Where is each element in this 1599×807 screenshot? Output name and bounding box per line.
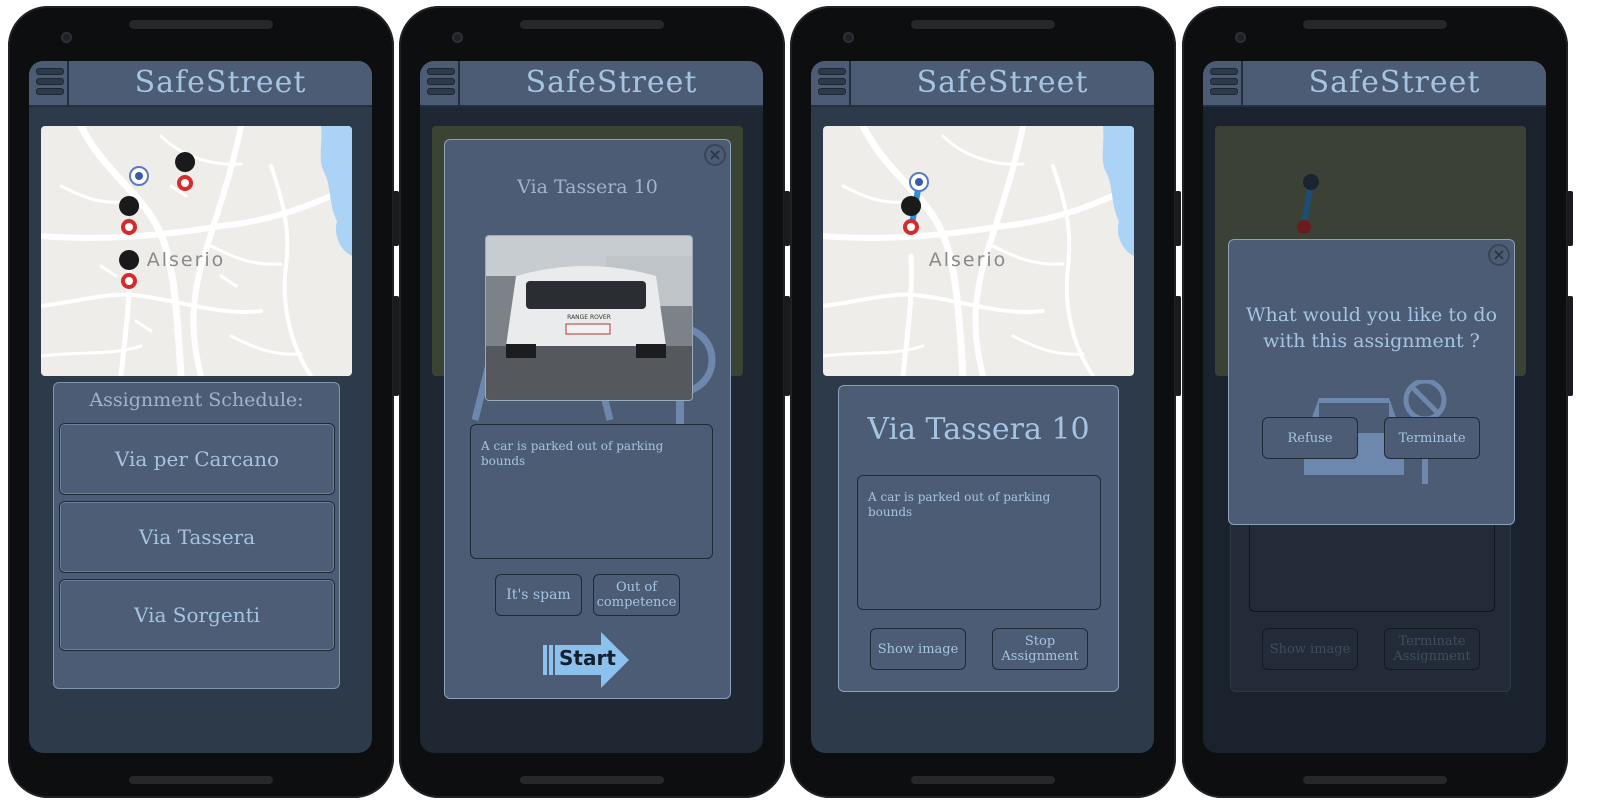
hamburger-menu-button[interactable] <box>811 61 851 105</box>
app-title: SafeStreet <box>916 65 1089 100</box>
power-button <box>1175 296 1181 396</box>
front-camera <box>843 32 854 43</box>
map-view[interactable]: Alserio <box>41 126 352 376</box>
map-view[interactable]: Alserio <box>823 126 1134 376</box>
report-dialog: × Via Tassera 10 RANGE ROVER A car is pa… <box>444 139 731 699</box>
bottom-bar <box>520 776 664 784</box>
app-header: SafeStreet <box>29 61 372 107</box>
user-location-icon <box>129 166 149 186</box>
map-graphic: Alserio <box>41 126 352 376</box>
user-location-icon <box>909 172 929 192</box>
app-title: SafeStreet <box>525 65 698 100</box>
app-header: SafeStreet <box>811 61 1154 107</box>
app-title: SafeStreet <box>134 65 307 100</box>
report-photo: RANGE ROVER <box>485 235 693 401</box>
bottom-bar <box>1303 776 1447 784</box>
refuse-button[interactable]: Refuse <box>1262 417 1358 459</box>
dimmed-terminate-assignment-button: Terminate Assignment <box>1384 628 1480 670</box>
hamburger-menu-button[interactable] <box>1203 61 1243 105</box>
start-button[interactable]: Start <box>543 632 633 688</box>
schedule-item-1[interactable]: Via Tassera <box>59 501 335 573</box>
bottom-bar <box>129 776 273 784</box>
out-of-competence-button[interactable]: Out of competence <box>593 574 680 616</box>
bottom-bar <box>911 776 1055 784</box>
volume-button <box>1567 191 1573 246</box>
schedule-item-0[interactable]: Via per Carcano <box>59 423 335 495</box>
speaker <box>520 20 664 29</box>
phone-1: SafeStreet Alserio Assignment Schedule: … <box>8 6 399 798</box>
svg-text:RANGE ROVER: RANGE ROVER <box>567 314 611 321</box>
assignment-action-dialog: × What would you like to do with this as… <box>1228 239 1515 525</box>
map-town-label: Alserio <box>147 249 226 271</box>
map-town-label: Alserio <box>929 249 1008 271</box>
speaker <box>1303 20 1447 29</box>
spam-button[interactable]: It's spam <box>495 574 582 616</box>
report-description: A car is parked out of parking bounds <box>470 424 713 559</box>
schedule-item-2[interactable]: Via Sorgenti <box>59 579 335 651</box>
front-camera <box>452 32 463 43</box>
assignment-detail-panel: Via Tassera 10 A car is parked out of pa… <box>838 385 1119 692</box>
app-header: SafeStreet <box>1203 61 1546 107</box>
screen-report-dialog: SafeStreet × Via Tassera 10 RANGE ROVER … <box>420 61 763 753</box>
hamburger-menu-button[interactable] <box>29 61 69 105</box>
phone-3: SafeStreet Alserio Via Tassera 10 A car … <box>790 6 1181 798</box>
phone-4: SafeStreet Show image Terminate Assignme… <box>1182 6 1573 798</box>
assignment-schedule-panel: Assignment Schedule: Via per Carcano Via… <box>53 382 340 689</box>
dialog-title: Via Tassera 10 <box>517 176 658 198</box>
show-image-button[interactable]: Show image <box>870 628 966 670</box>
car-photo-graphic: RANGE ROVER <box>486 236 692 400</box>
street-title: Via Tassera 10 <box>867 412 1090 447</box>
front-camera <box>1235 32 1246 43</box>
screen-active-assignment: SafeStreet Alserio Via Tassera 10 A car … <box>811 61 1154 753</box>
power-button <box>1567 296 1573 396</box>
dimmed-show-image-button: Show image <box>1262 628 1358 670</box>
start-label: Start <box>559 646 616 670</box>
report-description: A car is parked out of parking bounds <box>857 475 1101 610</box>
volume-button <box>1175 191 1181 246</box>
stop-assignment-button[interactable]: Stop Assignment <box>992 628 1088 670</box>
app-title: SafeStreet <box>1308 65 1481 100</box>
hamburger-menu-button[interactable] <box>420 61 460 105</box>
screen-home: SafeStreet Alserio Assignment Schedule: … <box>29 61 372 753</box>
map-graphic: Alserio <box>823 126 1134 376</box>
schedule-title: Assignment Schedule: <box>89 389 304 411</box>
close-icon[interactable]: × <box>704 144 726 166</box>
speaker <box>129 20 273 29</box>
terminate-button[interactable]: Terminate <box>1384 417 1480 459</box>
app-header: SafeStreet <box>420 61 763 107</box>
front-camera <box>61 32 72 43</box>
phone-2: SafeStreet × Via Tassera 10 RANGE ROVER … <box>399 6 790 798</box>
screen-terminate-dialog: SafeStreet Show image Terminate Assignme… <box>1203 61 1546 753</box>
dialog-question: What would you like to do with this assi… <box>1245 304 1498 352</box>
close-icon[interactable]: × <box>1488 244 1510 266</box>
speaker <box>911 20 1055 29</box>
